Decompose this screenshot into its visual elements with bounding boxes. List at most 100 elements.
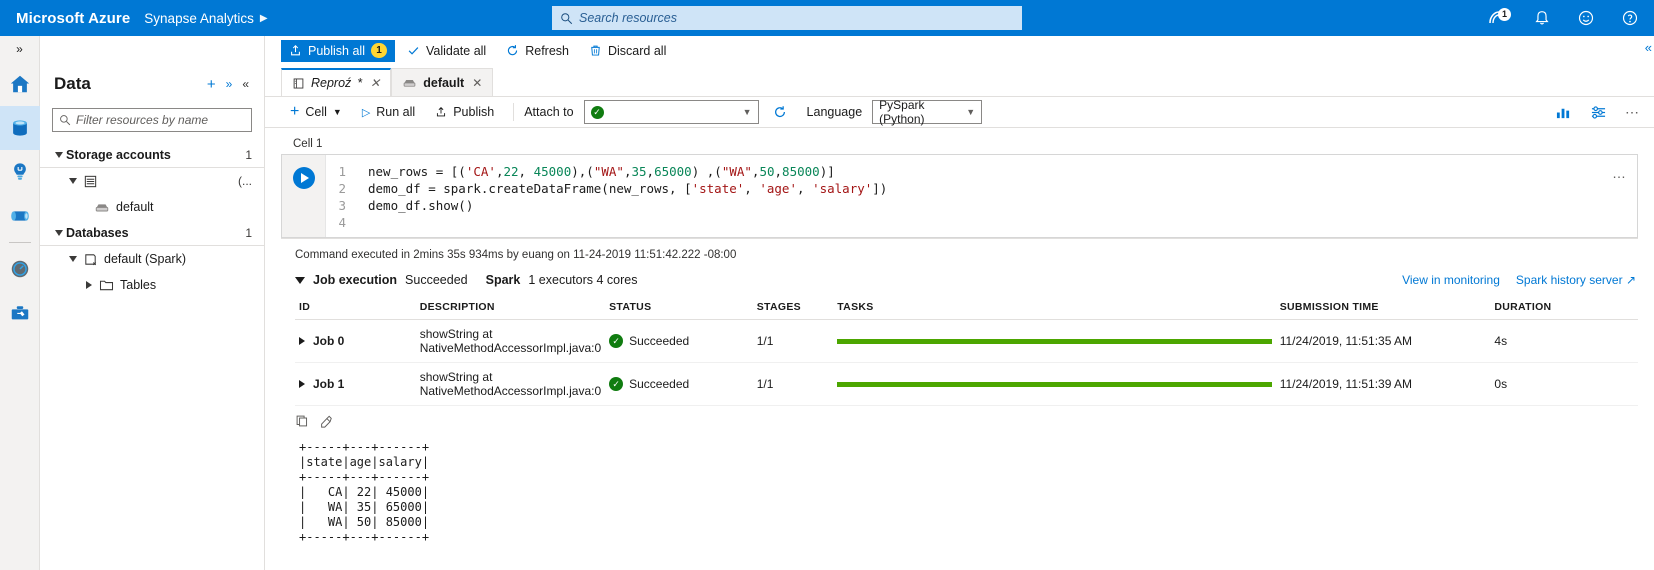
chevron-down-icon[interactable]: ▼ bbox=[966, 107, 975, 117]
more-actions-chevron-icon[interactable]: » bbox=[221, 77, 238, 91]
notebook-cell-1[interactable]: 1new_rows = [('CA',22, 45000),("WA",35,6… bbox=[281, 154, 1638, 238]
view-in-monitoring-link[interactable]: View in monitoring bbox=[1402, 273, 1500, 287]
validate-all-button[interactable]: Validate all bbox=[399, 40, 494, 62]
column-header: STAGES bbox=[753, 295, 834, 320]
expand-job-twisty-icon[interactable] bbox=[299, 337, 305, 345]
run-all-button[interactable]: ▷ Run all bbox=[353, 100, 424, 124]
sidebar-item-monitor[interactable] bbox=[0, 247, 40, 291]
more-options-icon[interactable]: ⋯ bbox=[1625, 104, 1640, 121]
settings-sliders-icon[interactable] bbox=[1590, 105, 1607, 120]
filter-resources-input[interactable] bbox=[76, 113, 245, 127]
twisty-down-icon[interactable] bbox=[52, 152, 66, 158]
tab-default-container[interactable]: default ✕ bbox=[391, 68, 493, 96]
chevron-down-icon[interactable]: ▼ bbox=[743, 107, 752, 117]
code-line: 4 bbox=[326, 214, 1637, 231]
collapse-panel-icon[interactable]: « bbox=[237, 77, 254, 91]
column-header: STATUS bbox=[605, 295, 753, 320]
tree-group-databases[interactable]: Databases 1 bbox=[40, 220, 264, 246]
twisty-down-icon[interactable] bbox=[66, 256, 80, 262]
toolbox-icon bbox=[9, 302, 31, 324]
tree-label: Databases bbox=[66, 226, 129, 240]
feedback-smiley-icon[interactable] bbox=[1576, 8, 1596, 28]
azure-brand[interactable]: Microsoft Azure bbox=[0, 10, 144, 27]
job-execution-header[interactable]: Job execution Succeeded Spark 1 executor… bbox=[281, 269, 1638, 295]
publish-label: Publish bbox=[453, 105, 494, 119]
twisty-down-icon[interactable] bbox=[66, 178, 80, 184]
pipeline-spool-icon bbox=[8, 205, 32, 227]
line-number: 2 bbox=[326, 180, 368, 197]
code-line: 2demo_df = spark.createDataFrame(new_row… bbox=[326, 180, 1637, 197]
clear-output-icon[interactable] bbox=[319, 414, 333, 428]
line-number: 4 bbox=[326, 214, 368, 231]
notifications-bell-icon[interactable] bbox=[1532, 8, 1552, 28]
attach-to-select[interactable]: ✓ ▼ bbox=[584, 100, 759, 124]
sidebar-item-develop[interactable] bbox=[0, 150, 40, 194]
column-header: SUBMISSION TIME bbox=[1276, 295, 1491, 320]
job-execution-label: Job execution bbox=[313, 273, 397, 287]
job-id: Job 0 bbox=[313, 334, 344, 348]
rail-expand-button[interactable]: » bbox=[0, 36, 39, 62]
chevron-down-icon[interactable]: ▼ bbox=[333, 107, 342, 117]
duration-cell: 4s bbox=[1490, 320, 1638, 363]
close-icon[interactable]: ✕ bbox=[472, 76, 482, 90]
help-question-icon[interactable] bbox=[1620, 8, 1640, 28]
tree-count: (... bbox=[238, 174, 252, 188]
run-all-label: Run all bbox=[376, 105, 415, 119]
discard-all-label: Discard all bbox=[608, 44, 666, 58]
expand-right-pane-icon[interactable]: « bbox=[1645, 40, 1652, 55]
job-id-cell: Job 0 bbox=[295, 320, 416, 363]
refresh-button[interactable]: Refresh bbox=[498, 40, 577, 62]
tree-item-default-container[interactable]: default bbox=[40, 194, 264, 220]
tab-repro-notebook[interactable]: Reproź * ✕ bbox=[281, 68, 391, 96]
cell-code-editor[interactable]: 1new_rows = [('CA',22, 45000),("WA",35,6… bbox=[326, 155, 1637, 237]
container-icon bbox=[402, 76, 417, 89]
tree-item-storage-account[interactable]: (... bbox=[40, 168, 264, 194]
twisty-right-icon[interactable] bbox=[82, 281, 96, 289]
table-row[interactable]: Job 1showString at NativeMethodAccessorI… bbox=[295, 363, 1638, 406]
add-resource-button[interactable]: + bbox=[202, 76, 221, 93]
copy-output-icon[interactable] bbox=[295, 414, 309, 428]
spark-history-server-label: Spark history server bbox=[1516, 273, 1623, 287]
refresh-icon bbox=[773, 105, 787, 119]
sidebar-item-integrate[interactable] bbox=[0, 194, 40, 238]
global-search-box[interactable] bbox=[552, 6, 1022, 30]
breadcrumb-synapse-analytics[interactable]: Synapse Analytics bbox=[144, 11, 260, 26]
twisty-down-icon[interactable] bbox=[52, 230, 66, 236]
tree-group-storage-accounts[interactable]: Storage accounts 1 bbox=[40, 142, 264, 168]
expand-job-twisty-icon[interactable] bbox=[299, 380, 305, 388]
tasks-progress-cell bbox=[833, 363, 1275, 406]
collapse-twisty-icon[interactable] bbox=[295, 277, 305, 284]
line-number: 3 bbox=[326, 197, 368, 214]
cell-more-options-icon[interactable]: … bbox=[1612, 165, 1627, 181]
publish-all-button[interactable]: Publish all 1 bbox=[281, 40, 395, 62]
sidebar-item-data[interactable] bbox=[0, 106, 40, 150]
publish-upload-icon bbox=[435, 106, 447, 118]
discard-all-button[interactable]: Discard all bbox=[581, 40, 674, 62]
restart-session-button[interactable] bbox=[761, 100, 799, 124]
search-input[interactable] bbox=[579, 11, 1014, 25]
sidebar-item-manage[interactable] bbox=[0, 291, 40, 335]
language-select[interactable]: PySpark (Python) ▼ bbox=[872, 100, 982, 124]
external-link-icon: ↗ bbox=[1626, 273, 1636, 287]
app-body: » bbox=[0, 36, 1654, 570]
tab-label: default bbox=[423, 76, 464, 90]
run-cell-button[interactable] bbox=[293, 167, 315, 189]
line-number: 1 bbox=[326, 163, 368, 180]
status-cell: ✓Succeeded bbox=[605, 320, 753, 363]
status-cell: ✓Succeeded bbox=[605, 363, 753, 406]
cloud-shell-icon[interactable]: 1 bbox=[1488, 8, 1508, 28]
close-icon[interactable]: ✕ bbox=[370, 76, 380, 90]
refresh-label: Refresh bbox=[525, 44, 569, 58]
tree-item-default-spark[interactable]: default (Spark) bbox=[40, 246, 264, 272]
tree-item-tables[interactable]: Tables bbox=[40, 272, 264, 298]
filter-resources-box[interactable] bbox=[52, 108, 252, 132]
spark-history-server-link[interactable]: Spark history server ↗ bbox=[1516, 273, 1636, 287]
submission-time-cell: 11/24/2019, 11:51:35 AM bbox=[1276, 320, 1491, 363]
sidebar-item-home[interactable] bbox=[0, 62, 40, 106]
checkmark-icon bbox=[407, 44, 420, 57]
publish-button[interactable]: Publish bbox=[426, 100, 503, 124]
table-row[interactable]: Job 0showString at NativeMethodAccessorI… bbox=[295, 320, 1638, 363]
add-cell-button[interactable]: + Cell ▼ bbox=[281, 100, 351, 124]
code-line-text: demo_df.show() bbox=[368, 197, 473, 214]
chart-view-icon[interactable] bbox=[1555, 105, 1572, 120]
